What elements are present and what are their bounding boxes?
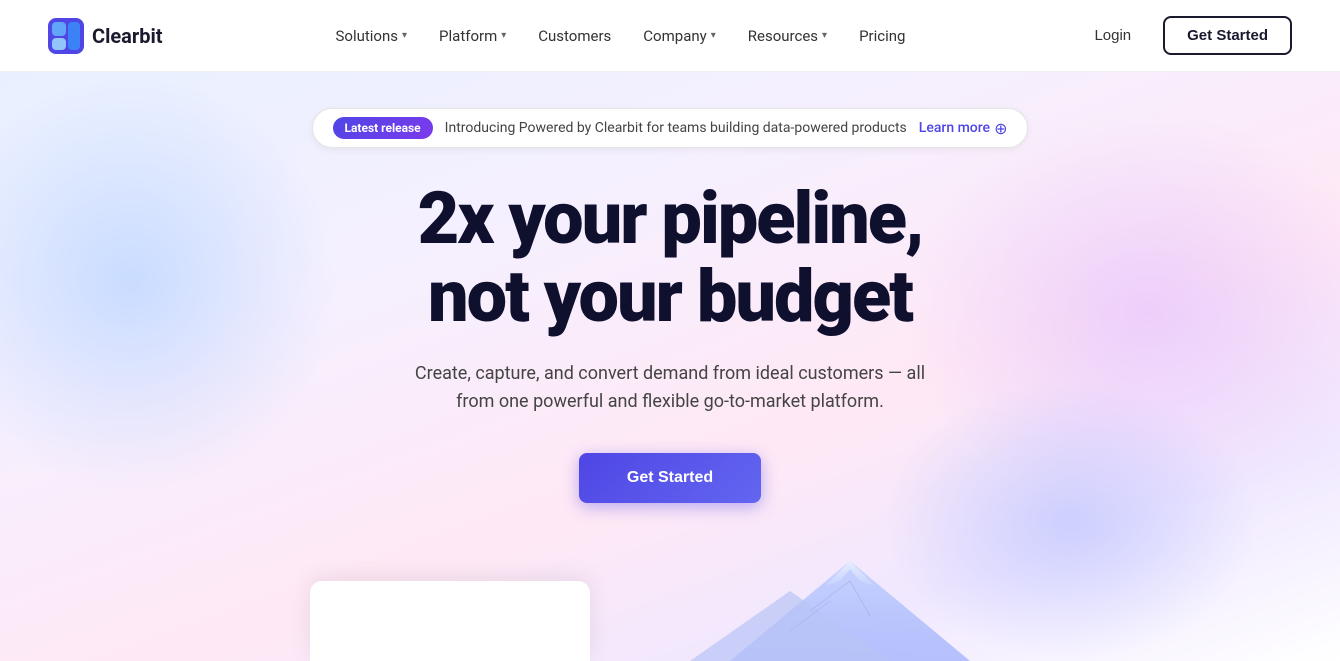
nav-solutions[interactable]: Solutions ▾ bbox=[322, 19, 422, 53]
chevron-down-icon: ▾ bbox=[501, 30, 506, 41]
learn-more-link[interactable]: Learn more ⊕ bbox=[919, 119, 1008, 138]
hero-section: Latest release Introducing Powered by Cl… bbox=[0, 72, 1340, 661]
hero-content: 2x your pipeline, not your budget Create… bbox=[400, 180, 940, 503]
navbar-logo-group: Clearbit bbox=[48, 18, 163, 54]
latest-release-badge: Latest release bbox=[333, 117, 433, 139]
announcement-message: Introducing Powered by Clearbit for team… bbox=[445, 120, 907, 136]
nav-customers[interactable]: Customers bbox=[524, 19, 625, 53]
logo-text: Clearbit bbox=[92, 24, 163, 48]
mountain-svg bbox=[670, 551, 1030, 661]
card-preview bbox=[310, 581, 590, 661]
chevron-down-icon: ▾ bbox=[711, 30, 716, 41]
get-started-button-hero[interactable]: Get Started bbox=[579, 453, 761, 503]
announcement-bar: Latest release Introducing Powered by Cl… bbox=[312, 108, 1029, 148]
hero-visuals bbox=[0, 541, 1340, 661]
nav-company[interactable]: Company ▾ bbox=[629, 19, 729, 53]
login-button[interactable]: Login bbox=[1078, 19, 1147, 52]
circle-plus-icon: ⊕ bbox=[994, 119, 1007, 138]
nav-resources[interactable]: Resources ▾ bbox=[734, 19, 841, 53]
mountain-visual bbox=[670, 551, 1030, 661]
navbar-actions: Login Get Started bbox=[1078, 16, 1292, 55]
clearbit-logo-icon bbox=[48, 18, 84, 54]
hero-headline: 2x your pipeline, not your budget bbox=[400, 180, 940, 336]
get-started-button-nav[interactable]: Get Started bbox=[1163, 16, 1292, 55]
navbar-nav: Solutions ▾ Platform ▾ Customers Company… bbox=[322, 19, 920, 53]
nav-platform[interactable]: Platform ▾ bbox=[425, 19, 520, 53]
chevron-down-icon: ▾ bbox=[402, 30, 407, 41]
hero-subheadline: Create, capture, and convert demand from… bbox=[400, 360, 940, 418]
navbar: Clearbit Solutions ▾ Platform ▾ Customer… bbox=[0, 0, 1340, 72]
nav-pricing[interactable]: Pricing bbox=[845, 19, 919, 53]
chevron-down-icon: ▾ bbox=[822, 30, 827, 41]
blob-left bbox=[0, 72, 340, 492]
